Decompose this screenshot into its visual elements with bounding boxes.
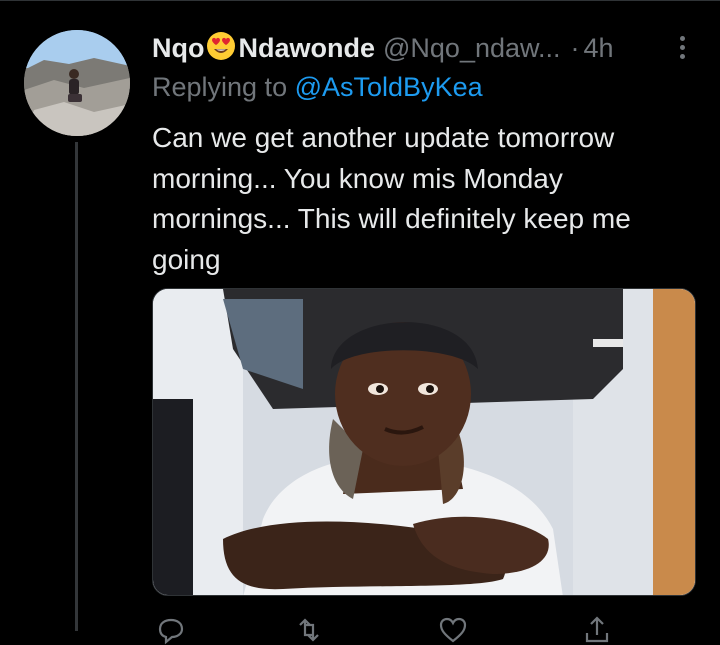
retweet-icon[interactable] [294,615,324,645]
share-icon[interactable] [582,615,612,645]
heart-icon[interactable] [438,615,468,645]
media-photo [153,289,695,595]
tweet-media-image[interactable] [152,288,696,596]
timestamp[interactable]: 4h [584,33,614,64]
display-name-last[interactable]: Ndawonde [238,33,375,64]
thread-connector-line [75,142,78,631]
avatar-photo [24,30,130,136]
tweet-actions [152,615,672,645]
display-name-first[interactable]: Nqo [152,33,204,64]
tweet-header: Nqo Ndawonde @Nqo_ndaw... · 4h [152,28,712,68]
reply-icon[interactable] [156,615,186,645]
replying-to-mention[interactable]: @AsToldByKea [295,72,483,102]
more-options-icon[interactable] [672,30,692,64]
replying-prefix: Replying to [152,72,288,102]
replying-to-line: Replying to @AsToldByKea [152,72,483,103]
separator-dot: · [570,32,580,63]
user-handle[interactable]: @Nqo_ndaw... [383,33,561,64]
tweet-text: Can we get another update tomorrow morni… [152,122,631,275]
top-divider [0,0,720,1]
avatar[interactable] [24,30,130,136]
heart-eyes-emoji-icon [206,31,236,61]
